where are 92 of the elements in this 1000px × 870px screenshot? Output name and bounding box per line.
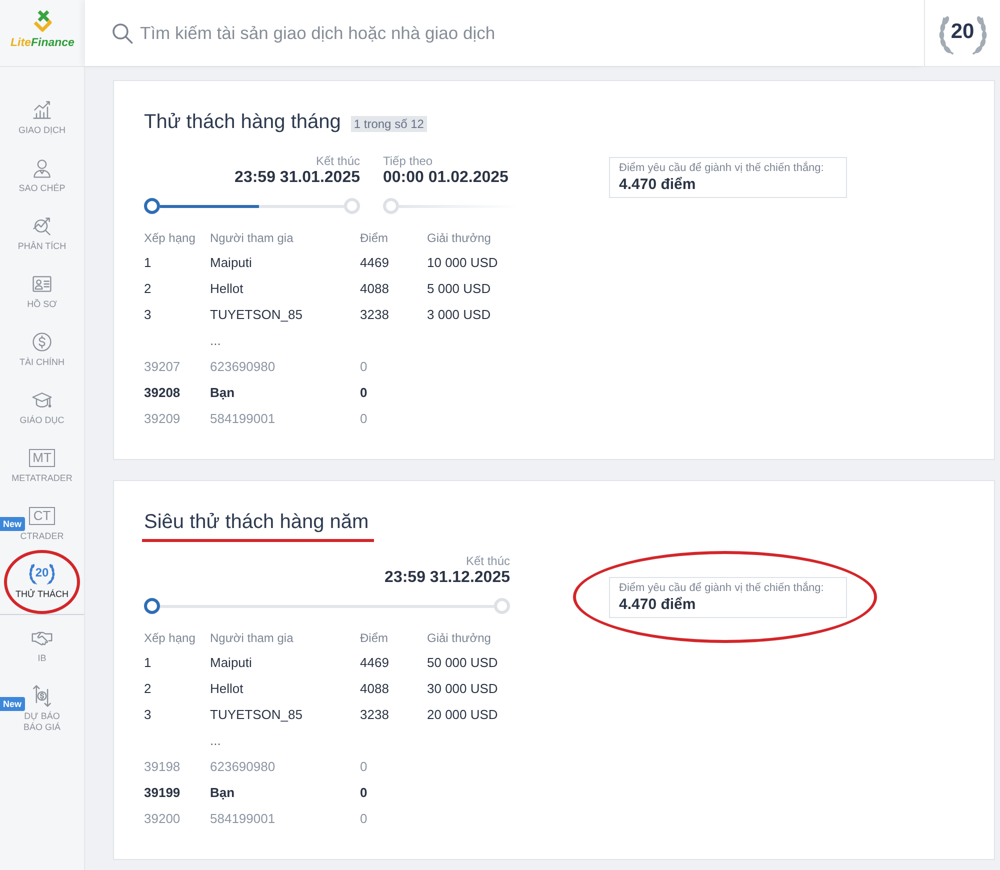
- table-cell: 0: [360, 385, 368, 401]
- table-cell: 3 000 USD: [427, 307, 491, 323]
- table-cell: 0: [360, 359, 368, 375]
- requirement-label: Điểm yêu cầu để giành vị thế chiến thắng:: [619, 581, 825, 595]
- table-cell: 39198: [144, 759, 180, 775]
- challenge-title: Siêu thử thách hàng năm: [144, 510, 369, 535]
- table-cell: Maiputi: [210, 655, 252, 671]
- table-cell: 39207: [144, 359, 180, 375]
- sidebar-item[interactable]: SAO CHÉP: [0, 154, 84, 196]
- table-cell: 2: [144, 281, 152, 297]
- sidebar-item[interactable]: GIAO DỊCH: [0, 96, 84, 138]
- table-cell: 3: [144, 307, 152, 323]
- requirement-value: 4.470 điểm: [619, 595, 697, 614]
- table-cell: 10 000 USD: [427, 255, 498, 271]
- table-cell: 3: [144, 707, 152, 723]
- table-cell: 20 000 USD: [427, 707, 498, 723]
- table-cell: Maiputi: [210, 255, 252, 271]
- ring-marker-icon: [144, 198, 160, 214]
- column-header: Người tham gia: [210, 631, 294, 645]
- sidebar-item[interactable]: 20 THỬ THÁCH: [0, 560, 84, 602]
- logo-text: LiteFinance: [10, 36, 74, 50]
- table-cell: Bạn: [210, 785, 235, 801]
- sidebar-item[interactable]: GIÁO DỤC: [0, 386, 84, 428]
- table-cell: 39200: [144, 811, 180, 827]
- search-input[interactable]: Tìm kiếm tài sản giao dịch hoặc nhà giao dịch: [137, 15, 857, 51]
- bar-chart-icon: [30, 99, 54, 121]
- table-cell: 50 000 USD: [427, 655, 498, 671]
- table-cell: ...: [210, 733, 221, 749]
- milestone-label: Kết thúc: [316, 154, 360, 168]
- sidebar-item[interactable]: MT METATRADER: [0, 444, 84, 486]
- search-icon: [112, 22, 133, 44]
- requirement-label: Điểm yêu cầu để giành vị thế chiến thắng:: [619, 161, 825, 175]
- new-badge: New: [0, 517, 25, 531]
- table-cell: 2: [144, 681, 152, 697]
- boxed-abbreviation: MT: [28, 449, 56, 467]
- column-header: Người tham gia: [210, 231, 294, 245]
- sidebar-item[interactable]: TÀI CHÍNH: [0, 328, 84, 370]
- table-cell: 1: [144, 255, 152, 271]
- boxed-abbreviation: CT: [29, 507, 55, 525]
- table-cell: 584199001: [210, 411, 276, 427]
- table-cell: 4469: [360, 255, 389, 271]
- column-header: Điểm: [360, 231, 388, 245]
- table-cell: Bạn: [210, 385, 235, 401]
- table-cell: Hellot: [210, 681, 244, 697]
- table-cell: 30 000 USD: [427, 681, 498, 697]
- milestone-date: 00:00 01.02.2025: [383, 168, 508, 188]
- milestone-date: 23:59 31.01.2025: [234, 168, 360, 188]
- table-cell: TUYETSON_85: [210, 307, 302, 323]
- milestone-label: Tiếp theo: [383, 154, 433, 168]
- dollar-coin-icon: [30, 331, 54, 353]
- ring-marker-icon: [494, 598, 510, 614]
- table-cell: 39199: [144, 785, 180, 801]
- table-cell: 39209: [144, 411, 180, 427]
- challenge-title: Thử thách hàng tháng: [144, 110, 341, 135]
- table-cell: Hellot: [210, 281, 244, 297]
- table-cell: 39208: [144, 385, 180, 401]
- table-cell: 1: [144, 655, 152, 671]
- column-header: Điểm: [360, 631, 388, 645]
- column-header: Giải thưởng: [427, 231, 491, 245]
- table-cell: 5 000 USD: [427, 281, 491, 297]
- column-header: Xếp hạng: [144, 231, 196, 245]
- exchange-arrows-icon: [30, 683, 54, 709]
- sidebar-item[interactable]: IB: [0, 624, 84, 666]
- column-header: Giải thưởng: [427, 631, 491, 645]
- table-cell: 0: [360, 411, 368, 427]
- icon-number: 20: [35, 566, 49, 578]
- requirement-value: 4.470 điểm: [619, 175, 697, 194]
- id-card-icon: [30, 273, 54, 295]
- table-cell: 3238: [360, 307, 389, 323]
- ring-marker-icon: [383, 198, 399, 214]
- table-cell: 4088: [360, 681, 389, 697]
- ring-marker-icon: [144, 598, 160, 614]
- table-cell: 3238: [360, 707, 389, 723]
- table-cell: 4088: [360, 281, 389, 297]
- new-badge: New: [0, 697, 25, 711]
- search-field[interactable]: Tìm kiếm tài sản giao dịch hoặc nhà giao dịch: [85, 0, 924, 66]
- sidebar-item[interactable]: PHÂN TÍCH: [0, 212, 84, 254]
- column-header: Xếp hạng: [144, 631, 196, 645]
- table-cell: 4469: [360, 655, 389, 671]
- table-cell: 0: [360, 785, 368, 801]
- counter-badge: 1 trong số 12: [350, 116, 427, 132]
- milestone-date: 23:59 31.12.2025: [384, 568, 510, 588]
- table-cell: ...: [210, 333, 221, 349]
- table-cell: 584199001: [210, 811, 276, 827]
- milestone-label: Kết thúc: [466, 554, 510, 568]
- table-cell: 0: [360, 811, 368, 827]
- table-cell: 623690980: [210, 359, 276, 375]
- table-cell: TUYETSON_85: [210, 707, 302, 723]
- anniversary-number: 20: [950, 20, 974, 43]
- table-cell: 0: [360, 759, 368, 775]
- table-cell: 623690980: [210, 759, 276, 775]
- sidebar-item[interactable]: HỒ SƠ: [0, 270, 84, 312]
